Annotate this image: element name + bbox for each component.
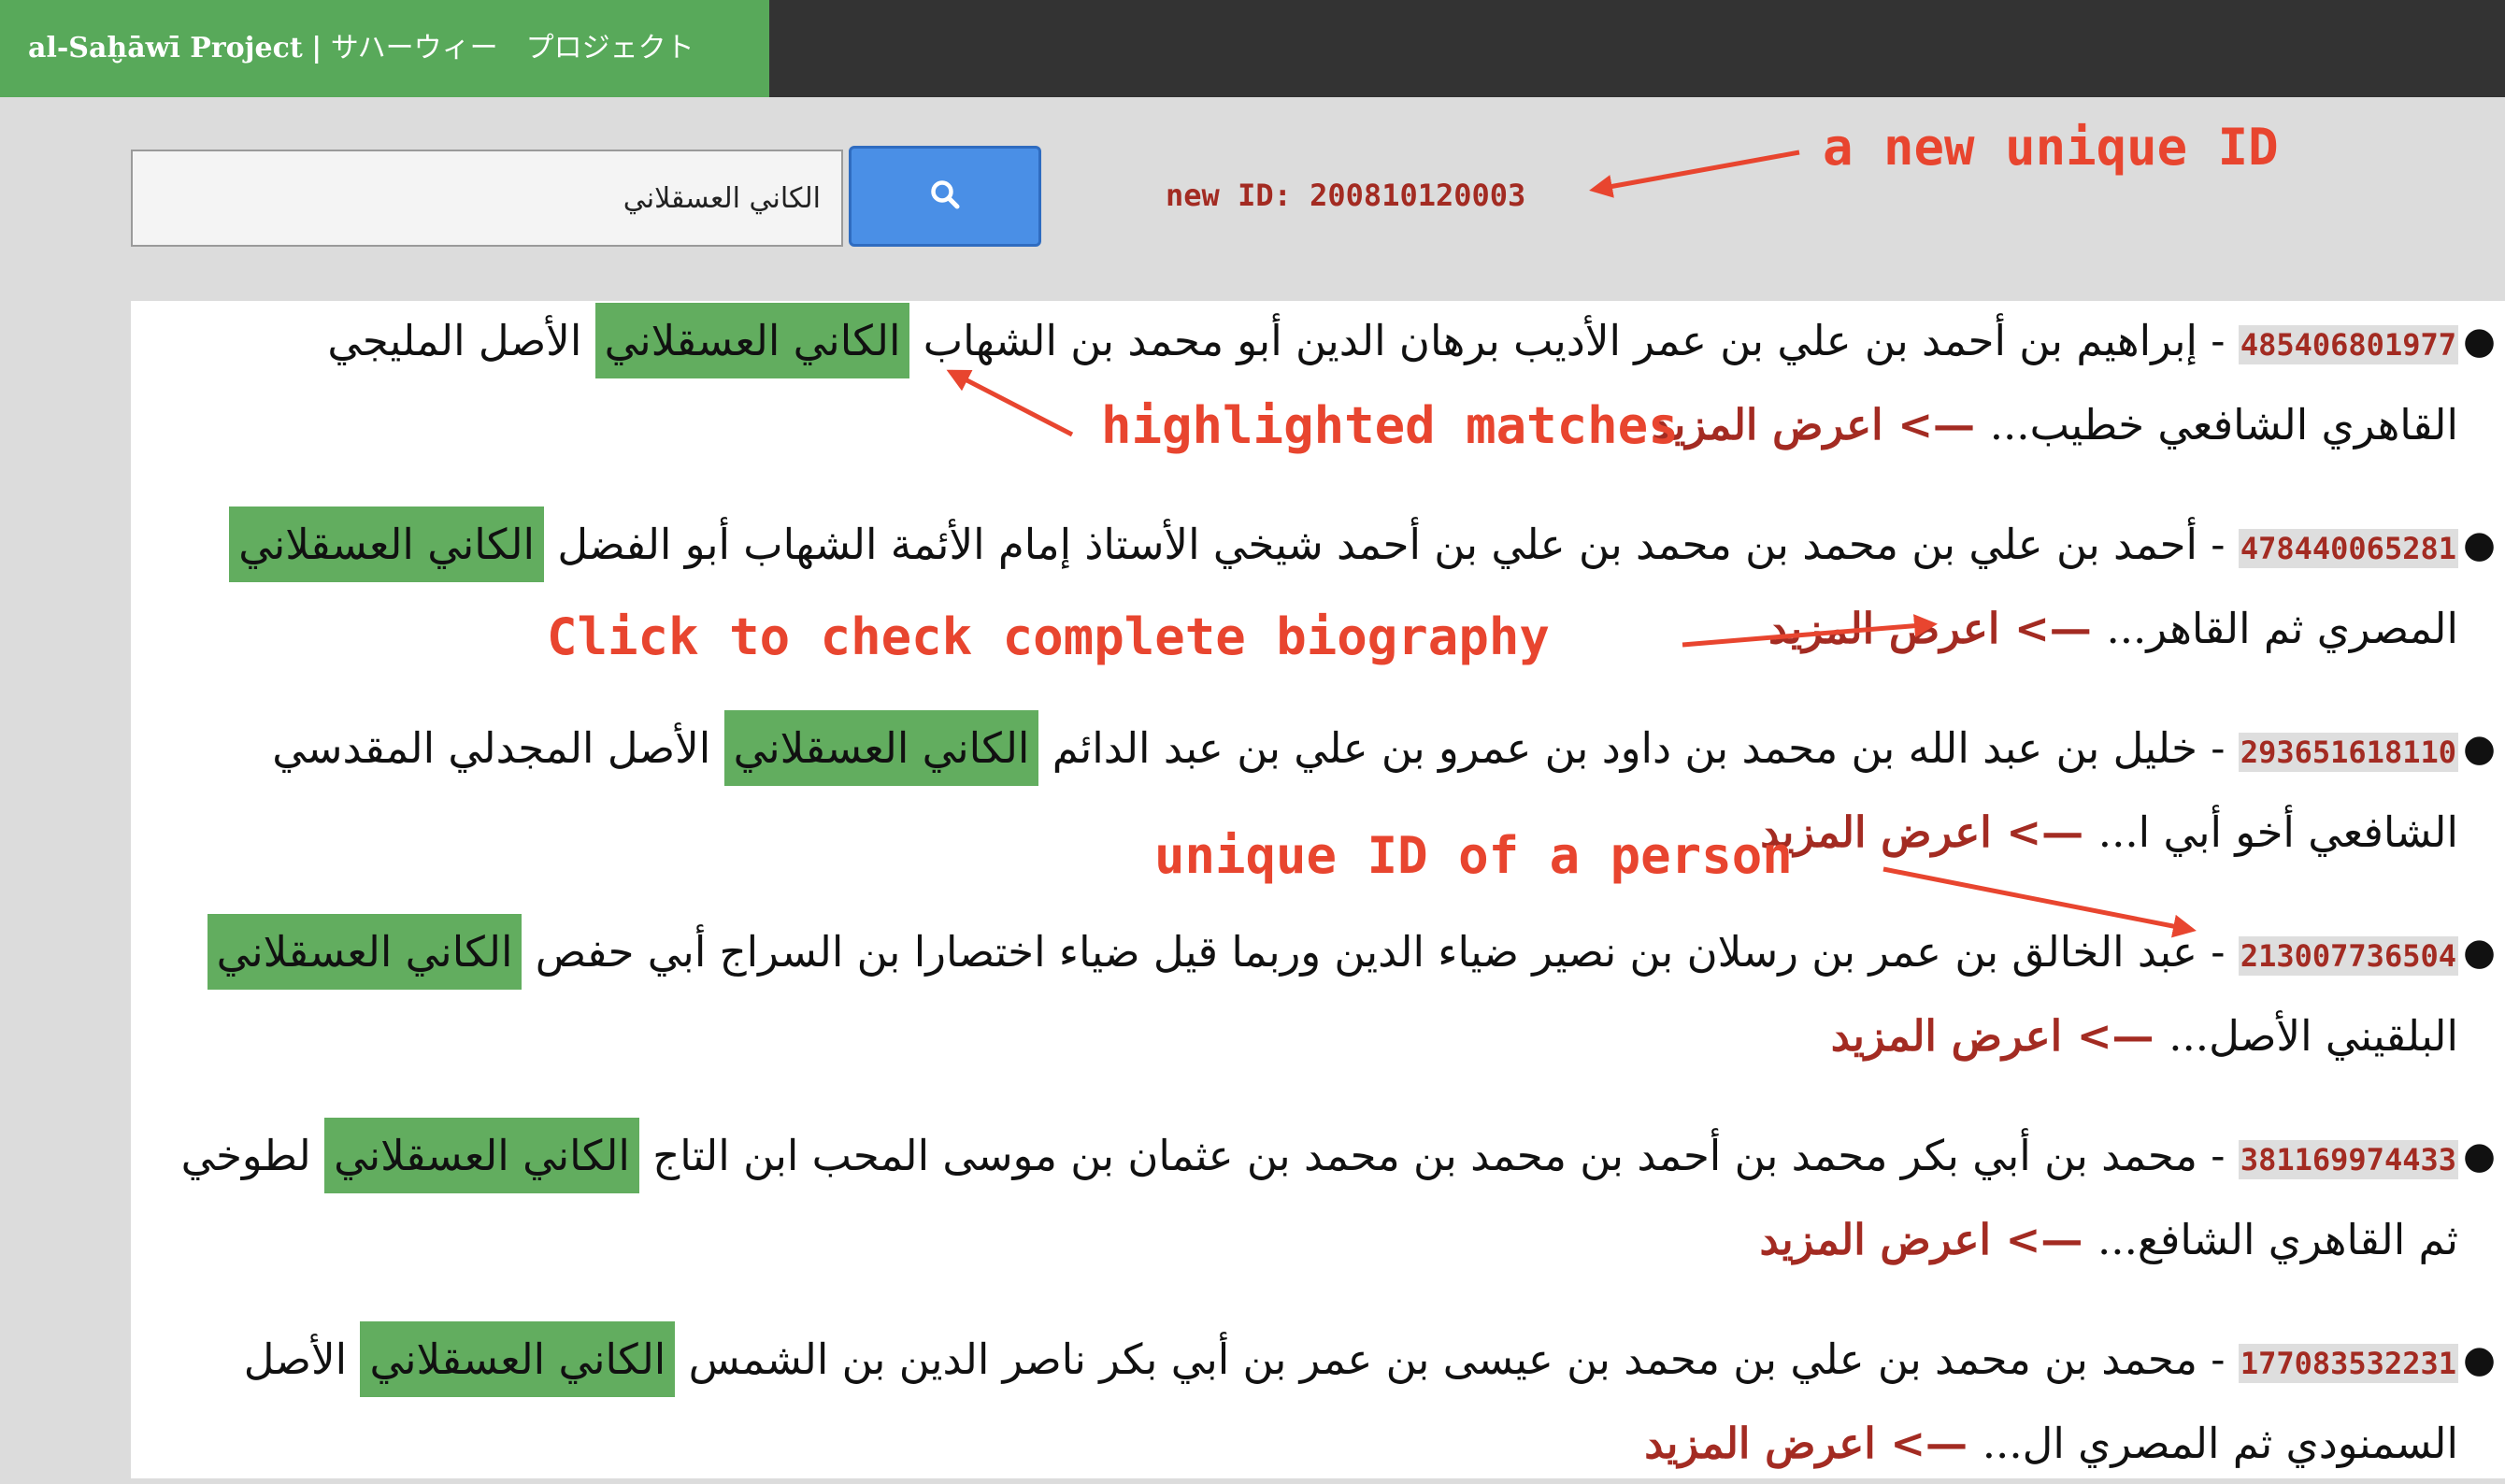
new-id-value: 200810120003 bbox=[1310, 178, 1526, 213]
highlighted-match: الكاني العسقلاني bbox=[594, 303, 910, 378]
bullet-icon: ● bbox=[2463, 523, 2496, 566]
arrow-to-new-id bbox=[1589, 150, 1800, 198]
result-text-before: محمد بن محمد بن علي بن محمد بن عيسى بن ع… bbox=[675, 1334, 2197, 1384]
result-item: ● 213007736504 - عبد الخالق بن عمر بن رس… bbox=[178, 912, 2496, 1077]
show-more-link[interactable]: —> اعرض المزيد bbox=[1644, 1419, 1983, 1468]
annotation-person-id: unique ID of a person bbox=[1154, 826, 1793, 885]
bullet-icon: ● bbox=[2463, 931, 2496, 974]
result-item: ● 381169974433 - محمد بن أبي بكر محمد بن… bbox=[178, 1116, 2496, 1280]
result-dash: - bbox=[2197, 1131, 2239, 1180]
search-button[interactable] bbox=[849, 146, 1041, 247]
result-text-after: المصري ثم القاهر... bbox=[2106, 604, 2458, 653]
brand-logo[interactable]: al-Saḫāwī Project | サハーウィー プロジェクト bbox=[0, 0, 769, 97]
result-dash: - bbox=[2197, 520, 2239, 569]
result-dash: - bbox=[2197, 723, 2239, 773]
brand-name: al-Saḫāwī Project bbox=[28, 32, 303, 64]
show-more-link[interactable]: —> اعرض المزيد bbox=[1760, 1215, 2098, 1264]
highlighted-match: الكاني العسقلاني bbox=[229, 507, 545, 582]
result-text-before: إبراهيم بن أحمد بن علي بن عمر الأديب بره… bbox=[909, 316, 2197, 365]
brand-separator: | bbox=[311, 32, 322, 64]
result-text-before: خليل بن عبد الله بن محمد بن داود بن عمرو… bbox=[1038, 723, 2197, 773]
bullet-icon: ● bbox=[2463, 1134, 2496, 1177]
search-input[interactable] bbox=[131, 150, 843, 247]
show-more-link[interactable]: —> اعرض المزيد bbox=[1768, 604, 2107, 653]
bullet-icon: ● bbox=[2463, 1338, 2496, 1381]
bullet-icon: ● bbox=[2463, 320, 2496, 363]
person-id[interactable]: 485406801977 bbox=[2238, 325, 2458, 364]
show-more-link[interactable]: —> اعرض المزيد bbox=[1760, 807, 2098, 857]
result-text-after: البلقيني الأصل... bbox=[2169, 1011, 2458, 1061]
new-id-label: new ID: bbox=[1166, 178, 1292, 213]
person-id[interactable]: 478440065281 bbox=[2238, 529, 2458, 568]
brand-subtitle: サハーウィー プロジェクト bbox=[330, 32, 694, 64]
result-dash: - bbox=[2197, 1334, 2239, 1384]
result-text-before: محمد بن أبي بكر محمد بن أحمد بن محمد بن … bbox=[638, 1131, 2197, 1180]
annotation-click-biography: Click to check complete biography bbox=[547, 607, 1550, 666]
result-item: ● 177083532231 - محمد بن محمد بن علي بن … bbox=[178, 1320, 2496, 1484]
highlighted-match: الكاني العسقلاني bbox=[360, 1321, 676, 1397]
highlighted-match: الكاني العسقلاني bbox=[723, 710, 1039, 786]
person-id[interactable]: 177083532231 bbox=[2238, 1344, 2458, 1383]
highlighted-match: الكاني العسقلاني bbox=[324, 1118, 639, 1193]
person-id[interactable]: 381169974433 bbox=[2238, 1140, 2458, 1179]
result-text-before: عبد الخالق بن عمر بن رسلان بن نصير ضياء … bbox=[522, 927, 2197, 977]
result-text-before: أحمد بن علي بن محمد بن محمد بن علي بن أح… bbox=[544, 520, 2197, 569]
result-dash: - bbox=[2197, 927, 2239, 977]
person-id[interactable]: 293651618110 bbox=[2238, 733, 2458, 772]
new-id-display: new ID: 200810120003 bbox=[1166, 178, 1525, 213]
show-more-link[interactable]: —> اعرض المزيد bbox=[1652, 400, 1990, 449]
search-icon bbox=[929, 178, 961, 214]
person-id[interactable]: 213007736504 bbox=[2238, 936, 2458, 976]
annotation-new-id: a new unique ID bbox=[1823, 118, 2279, 177]
show-more-link[interactable]: —> اعرض المزيد bbox=[1831, 1011, 2169, 1061]
highlighted-match: الكاني العسقلاني bbox=[207, 914, 522, 990]
annotation-highlighted-matches: highlighted matches bbox=[1101, 396, 1679, 455]
results-list: ● 485406801977 - إبراهيم بن أحمد بن علي … bbox=[131, 301, 2505, 1478]
result-dash: - bbox=[2197, 316, 2239, 365]
bullet-icon: ● bbox=[2463, 727, 2496, 770]
